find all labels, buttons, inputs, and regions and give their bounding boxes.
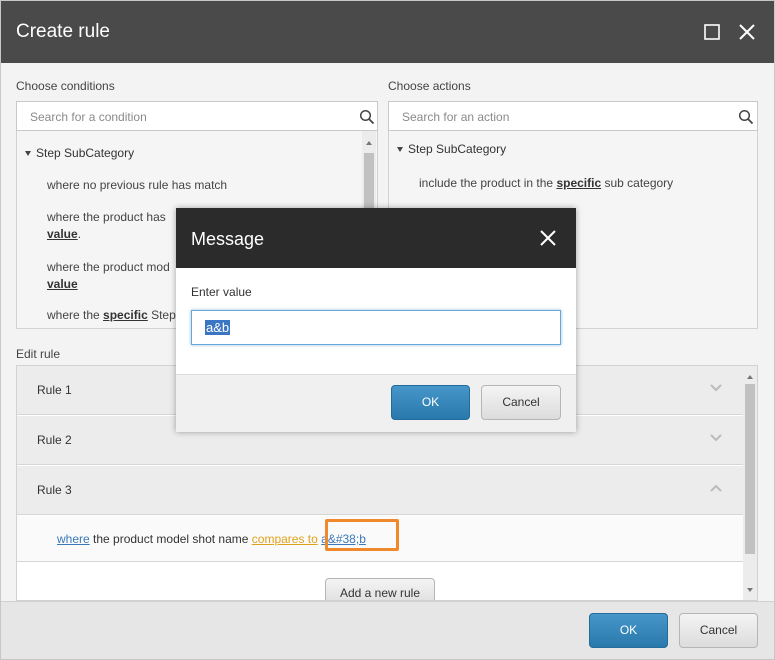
conditions-label: Choose conditions	[16, 79, 115, 93]
ok-button[interactable]: OK	[589, 613, 668, 648]
condition-item[interactable]: where the product mod value	[47, 259, 170, 293]
scrollbar-thumb[interactable]	[364, 153, 374, 213]
modal-header: Message	[176, 208, 576, 268]
modal-footer: OK Cancel	[176, 374, 576, 432]
collapse-triangle-icon	[397, 147, 403, 153]
chevron-down-icon[interactable]	[710, 384, 722, 392]
search-icon[interactable]	[738, 109, 754, 125]
condition-text: where the product has	[47, 210, 166, 224]
modal-ok-button[interactable]: OK	[391, 385, 470, 420]
condition-keyword[interactable]: specific	[103, 308, 148, 322]
conditions-group-header[interactable]: Step SubCategory	[25, 146, 134, 160]
search-icon[interactable]	[359, 109, 375, 125]
condition-text: where no previous rule has match	[47, 178, 228, 192]
actions-group-header[interactable]: Step SubCategory	[397, 142, 506, 156]
condition-item[interactable]: where no previous rule has match	[47, 177, 227, 194]
close-icon[interactable]	[738, 23, 756, 41]
maximize-icon[interactable]	[704, 24, 720, 40]
chevron-down-icon[interactable]	[710, 434, 722, 442]
scrollbar-thumb[interactable]	[745, 384, 755, 554]
scroll-up-icon[interactable]	[747, 375, 753, 379]
dialog-footer: OK Cancel	[1, 601, 774, 659]
add-new-rule-button[interactable]: Add a new rule	[325, 578, 435, 600]
condition-search-box	[16, 101, 378, 131]
actions-group-title: Step SubCategory	[408, 142, 507, 156]
message-modal: Message Enter value a&b OK Cancel	[176, 208, 576, 432]
scroll-down-icon[interactable]	[747, 588, 753, 592]
rules-scrollbar[interactable]	[743, 366, 757, 600]
scroll-up-icon[interactable]	[366, 141, 372, 145]
chevron-up-icon[interactable]	[710, 484, 722, 492]
close-icon[interactable]	[540, 230, 556, 246]
rule-title: Rule 1	[37, 383, 72, 397]
edit-rule-label: Edit rule	[16, 347, 61, 361]
condition-text: where the	[47, 308, 104, 322]
rule-title: Rule 2	[37, 433, 72, 447]
condition-text: Step	[147, 308, 176, 322]
modal-title: Message	[191, 229, 265, 249]
highlight-box	[325, 519, 399, 551]
condition-item[interactable]: where the specific Step	[47, 307, 176, 324]
condition-text: where the product mod	[47, 260, 170, 274]
modal-prompt: Enter value	[191, 285, 252, 299]
condition-keyword[interactable]: value	[47, 277, 78, 291]
condition-item[interactable]: where the product has value.	[47, 209, 166, 243]
rule-row[interactable]: Rule 3	[17, 466, 743, 515]
modal-cancel-button[interactable]: Cancel	[481, 385, 561, 420]
dialog-title: Create rule	[16, 21, 110, 42]
collapse-triangle-icon	[25, 151, 31, 157]
compares-to-link[interactable]: compares to	[252, 532, 318, 546]
condition-keyword[interactable]: value	[47, 227, 78, 241]
conditions-group-title: Step SubCategory	[36, 146, 135, 160]
cancel-button[interactable]: Cancel	[679, 613, 758, 648]
value-input[interactable]: a&b	[191, 310, 561, 345]
action-search-box	[388, 101, 758, 131]
action-search-input[interactable]	[400, 109, 704, 125]
condition-search-input[interactable]	[28, 109, 332, 125]
action-item[interactable]: include the product in the specific sub …	[419, 175, 673, 192]
rule-3-statement: where the product model shot name compar…	[57, 532, 366, 546]
action-text: include the product in the	[419, 176, 557, 190]
where-link[interactable]: where	[57, 532, 90, 546]
rule-text: the product model shot name	[89, 532, 252, 546]
action-keyword[interactable]: specific	[556, 176, 601, 190]
actions-label: Choose actions	[388, 79, 471, 93]
action-text: sub category	[601, 176, 674, 190]
rule-title: Rule 3	[37, 483, 72, 497]
condition-text: .	[77, 227, 82, 241]
dialog-titlebar: Create rule	[1, 1, 774, 63]
value-input-text: a&b	[205, 320, 231, 335]
